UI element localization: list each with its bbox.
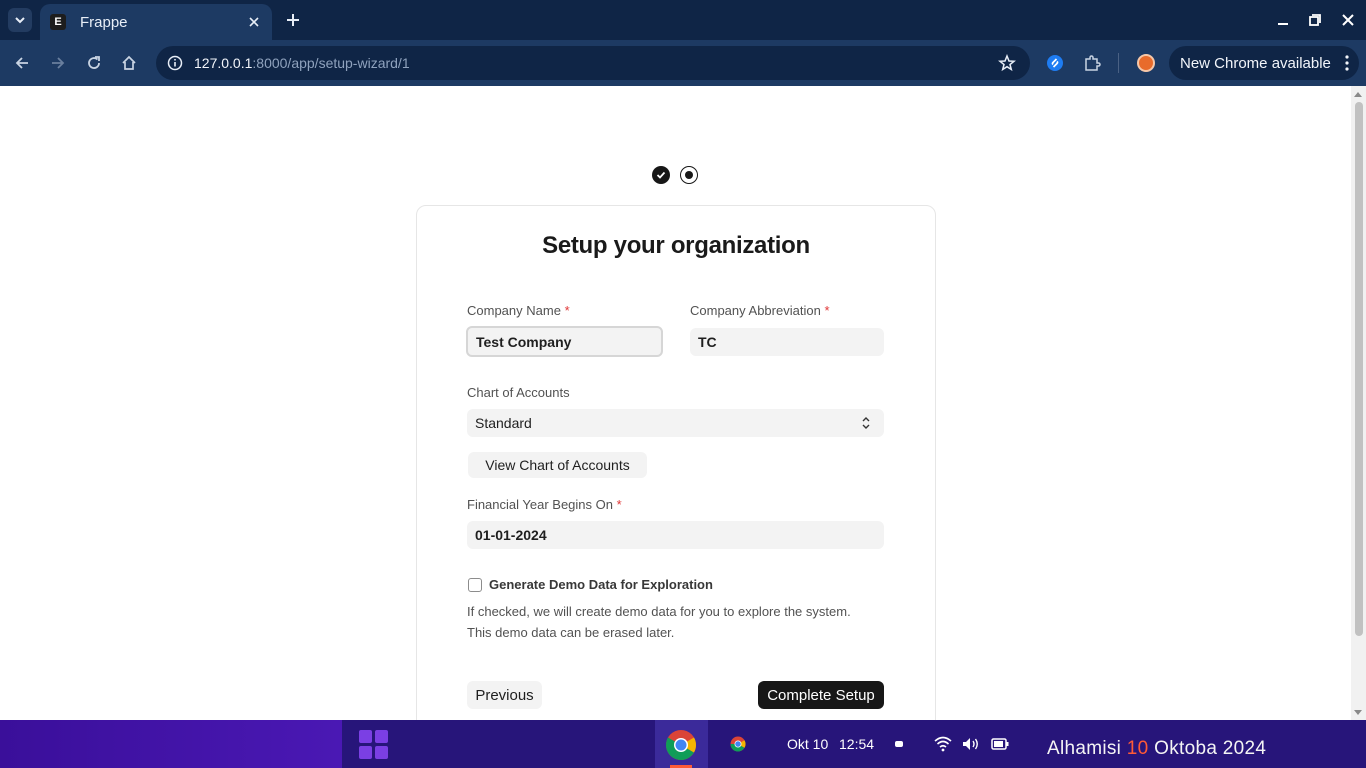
company-abbr-label: Company Abbreviation * xyxy=(690,303,830,318)
arrow-right-icon xyxy=(52,57,65,69)
forward-button[interactable] xyxy=(46,51,70,75)
select-caret-icon xyxy=(862,416,870,433)
plus-icon xyxy=(287,14,299,26)
page-scrollbar[interactable] xyxy=(1351,86,1366,720)
tab-close-button[interactable] xyxy=(246,14,262,30)
close-window-button[interactable] xyxy=(1338,10,1358,30)
chevron-down-icon xyxy=(15,17,25,24)
browser-tab-active[interactable]: E Frappe xyxy=(40,4,272,40)
taskbar-chrome-active[interactable] xyxy=(655,720,708,768)
browser-toolbar: 127.0.0.1:8000/app/setup-wizard/1 xyxy=(0,40,1366,86)
page-viewport: Setup your organization Company Name * T… xyxy=(0,86,1351,720)
browser-tab-strip: E Frappe xyxy=(0,0,1366,40)
url-path: :8000/app/setup-wizard/1 xyxy=(252,55,410,71)
arrow-left-icon xyxy=(15,57,28,69)
profile-avatar[interactable] xyxy=(1137,54,1155,72)
date-month-year: Oktoba 2024 xyxy=(1154,738,1267,759)
shazam-icon xyxy=(1047,55,1063,71)
start-menu-icon[interactable] xyxy=(359,730,388,759)
tab-search-button[interactable] xyxy=(8,8,32,32)
demo-data-label[interactable]: Generate Demo Data for Exploration xyxy=(489,577,713,592)
notification-dot-icon[interactable] xyxy=(893,736,911,752)
minimize-button[interactable] xyxy=(1273,10,1293,30)
step-complete-icon xyxy=(652,166,670,184)
required-marker: * xyxy=(824,303,830,318)
tab-title: Frappe xyxy=(80,13,128,31)
company-name-label: Company Name * xyxy=(467,303,570,318)
volume-icon[interactable] xyxy=(962,736,980,752)
url-host: 127.0.0.1 xyxy=(194,55,253,71)
demo-data-help: If checked, we will create demo data for… xyxy=(467,601,897,643)
reload-button[interactable] xyxy=(82,51,106,75)
clock-time[interactable]: 12:54 xyxy=(839,736,874,752)
scrollbar-thumb[interactable] xyxy=(1355,102,1363,636)
url-text: 127.0.0.1:8000/app/setup-wizard/1 xyxy=(194,55,410,71)
scroll-up-arrow-icon[interactable] xyxy=(1354,92,1362,97)
clock-date[interactable]: Okt 10 xyxy=(787,736,828,752)
restore-button[interactable] xyxy=(1305,10,1325,30)
scroll-down-arrow-icon[interactable] xyxy=(1354,710,1362,715)
close-icon xyxy=(249,17,259,27)
required-marker: * xyxy=(616,497,622,512)
reload-icon xyxy=(88,56,100,69)
chart-of-accounts-value: Standard xyxy=(475,415,532,431)
taskbar-left-panel xyxy=(0,720,342,768)
financial-year-field[interactable]: 01-01-2024 xyxy=(467,521,884,549)
company-name-field[interactable]: Test Company xyxy=(466,326,663,357)
frappe-favicon-icon: E xyxy=(50,14,66,30)
demo-data-checkbox[interactable] xyxy=(468,578,482,592)
required-marker: * xyxy=(564,303,570,318)
view-chart-of-accounts-button[interactable]: View Chart of Accounts xyxy=(468,452,647,478)
back-button[interactable] xyxy=(10,51,34,75)
address-bar[interactable]: 127.0.0.1:8000/app/setup-wizard/1 xyxy=(156,46,1030,80)
extension-shazam-button[interactable] xyxy=(1043,51,1067,75)
date-num: 10 xyxy=(1126,738,1149,759)
company-abbr-field[interactable]: TC xyxy=(690,328,884,356)
site-info-icon[interactable] xyxy=(166,54,184,72)
date-day: Alhamisi xyxy=(1047,738,1122,759)
wifi-icon[interactable] xyxy=(934,736,952,752)
puzzle-icon xyxy=(1085,55,1101,71)
new-tab-button[interactable] xyxy=(282,9,304,31)
minimize-icon xyxy=(1278,23,1288,25)
page-title: Setup your organization xyxy=(542,232,810,259)
chrome-update-label: New Chrome available xyxy=(1180,54,1331,72)
demo-help-line2: This demo data can be erased later. xyxy=(467,625,675,640)
close-icon xyxy=(1342,14,1354,26)
demo-help-line1: If checked, we will create demo data for… xyxy=(467,604,851,619)
wizard-step-indicator xyxy=(652,166,698,184)
previous-button[interactable]: Previous xyxy=(467,681,542,709)
chart-of-accounts-label: Chart of Accounts xyxy=(467,385,570,400)
financial-year-label: Financial Year Begins On * xyxy=(467,497,622,512)
home-icon xyxy=(122,55,136,70)
toolbar-divider xyxy=(1118,53,1119,73)
chrome-update-button[interactable]: New Chrome available xyxy=(1169,46,1359,80)
bookmark-star-icon[interactable] xyxy=(998,53,1016,77)
setup-card: Setup your organization Company Name * T… xyxy=(416,205,936,720)
more-vert-icon[interactable] xyxy=(1345,55,1349,75)
chart-of-accounts-select[interactable]: Standard xyxy=(467,409,884,437)
extensions-button[interactable] xyxy=(1080,51,1104,75)
battery-icon[interactable] xyxy=(991,736,1009,752)
chrome-icon[interactable] xyxy=(730,736,746,752)
step-current-icon xyxy=(680,166,698,184)
desktop-date-display: Alhamisi 10 Oktoba 2024 xyxy=(1047,738,1266,760)
restore-icon xyxy=(1309,14,1321,26)
home-button[interactable] xyxy=(117,51,141,75)
complete-setup-button[interactable]: Complete Setup xyxy=(758,681,884,709)
chrome-icon xyxy=(666,730,696,761)
